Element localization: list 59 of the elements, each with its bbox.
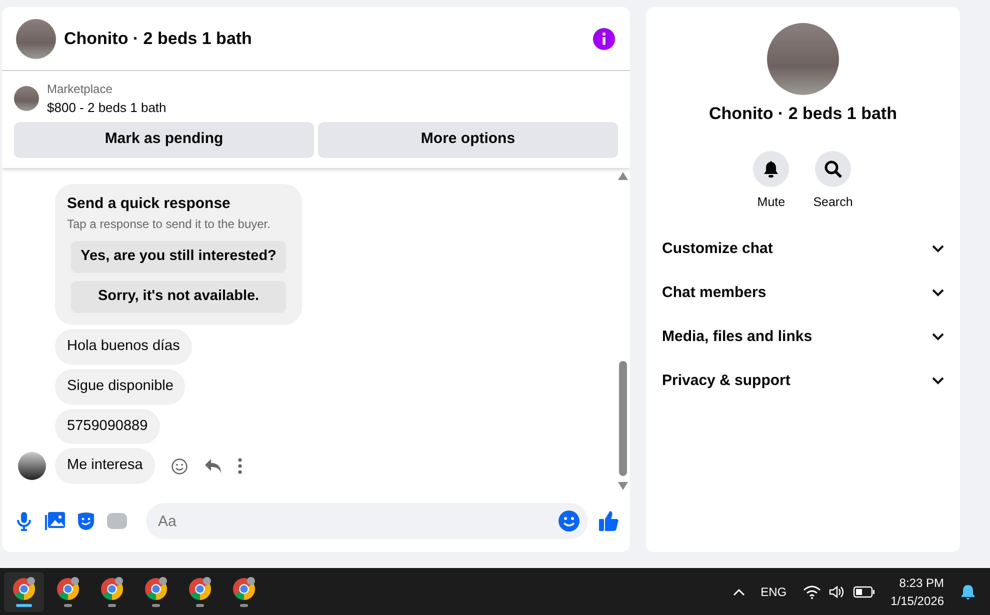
details-section[interactable]: Customize chat [662, 227, 944, 272]
chevron-icon [932, 333, 944, 342]
details-action-label: Search [813, 194, 853, 210]
clock-time[interactable]: 8:23 PM [890, 574, 944, 592]
quick-reply-button[interactable]: Sorry, it's not available. [71, 281, 286, 313]
message-bubble: Me interesa [55, 448, 155, 484]
sticker-icon[interactable] [76, 511, 96, 531]
more-icon[interactable] [238, 458, 242, 474]
browser-icon [56, 576, 80, 600]
listing-thumbnail [14, 86, 39, 112]
chat-title: Chonito · 2 beds 1 bath [64, 28, 253, 50]
listing-photo [16, 18, 56, 58]
listing-action-button[interactable]: Mark as pending [14, 122, 314, 158]
listing-summary: $800 - 2 beds 1 bath [47, 99, 166, 117]
scrollbar-thumb[interactable] [619, 361, 627, 476]
details-action-label: Mute [757, 194, 786, 210]
chevron-icon [932, 289, 944, 298]
volume-icon[interactable] [828, 584, 845, 598]
chevron-icon [932, 245, 944, 254]
details-section[interactable]: Chat members [662, 271, 944, 316]
browser-icon [188, 576, 212, 600]
message-input[interactable]: Aa [146, 503, 588, 539]
language-indicator[interactable]: ENG [760, 582, 787, 600]
message-bubble: Hola buenos días [55, 329, 192, 365]
browser-icon [100, 576, 124, 600]
chevron-icon [932, 377, 944, 386]
quick-response-hint: Tap a response to send it to the buyer. [67, 216, 272, 233]
reply-icon[interactable] [204, 458, 222, 474]
scroll-down-icon[interactable] [618, 482, 628, 490]
listing-source: Marketplace [47, 81, 114, 98]
emoji-icon[interactable] [558, 510, 580, 532]
thumbs-up-icon[interactable] [598, 510, 620, 532]
details-action-button[interactable] [753, 150, 790, 186]
wifi-icon[interactable] [802, 584, 821, 598]
browser-icon [232, 576, 256, 600]
message-bubble: 5759090889 [55, 408, 160, 444]
listing-action-button[interactable]: More options [318, 122, 618, 158]
photo-icon[interactable] [44, 511, 66, 531]
details-title: Chonito · 2 beds 1 bath [709, 103, 897, 125]
sender-avatar [18, 452, 46, 480]
message-bubble: Sigue disponible [55, 368, 186, 404]
notification-bell-icon[interactable] [960, 584, 976, 600]
details-section[interactable]: Privacy & support [662, 359, 944, 404]
chevron-up-icon[interactable] [732, 588, 745, 596]
microphone-icon[interactable] [14, 511, 34, 531]
bell-icon [762, 160, 780, 178]
search-icon [824, 160, 842, 178]
battery-icon[interactable] [852, 586, 875, 598]
smiley-icon[interactable] [170, 458, 188, 475]
quick-reply-button[interactable]: Yes, are you still interested? [71, 241, 286, 273]
browser-icon [144, 576, 168, 600]
quick-response-title: Send a quick response [67, 194, 232, 214]
details-action-button[interactable] [814, 150, 851, 186]
scroll-up-icon[interactable] [618, 172, 628, 180]
browser-icon [12, 576, 36, 600]
browser-taskbar-button[interactable] [4, 572, 44, 612]
clock-date[interactable]: 1/15/2026 [890, 592, 944, 610]
details-section[interactable]: Media, files and links [662, 315, 944, 360]
info-icon[interactable] [592, 26, 616, 50]
